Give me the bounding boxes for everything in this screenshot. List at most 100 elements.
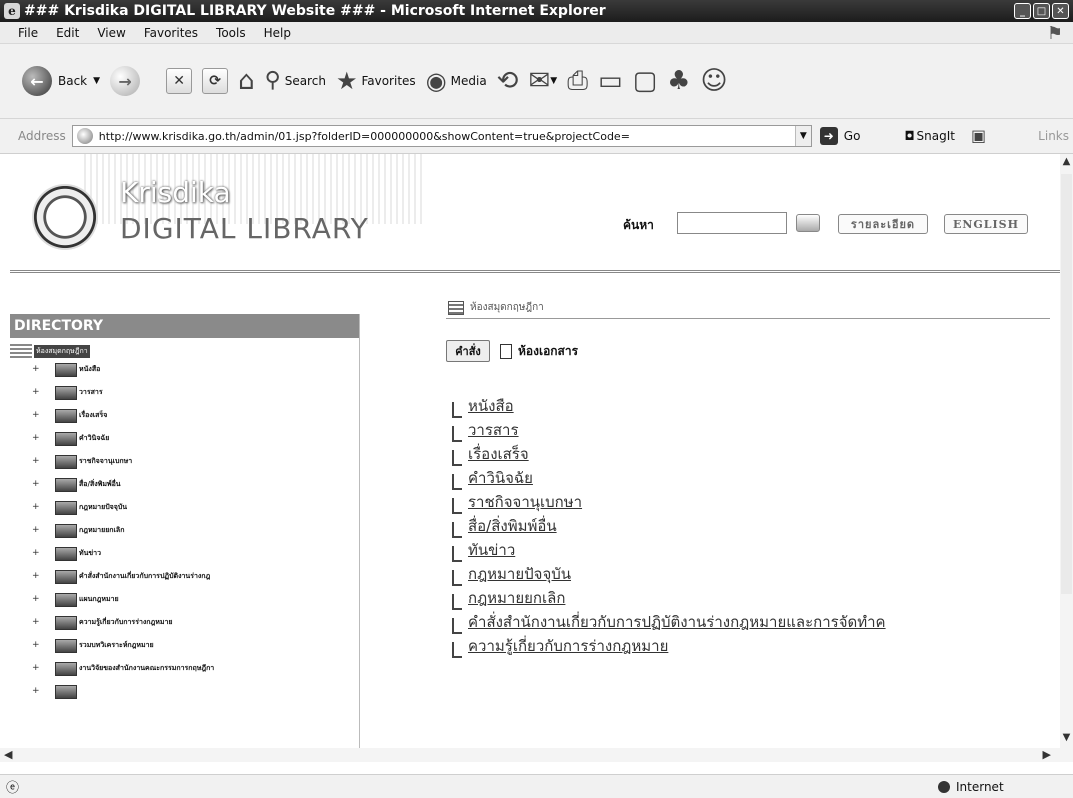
print-button[interactable]: ⎙ (567, 68, 588, 94)
directory-item[interactable]: + สื่อ/สิ่งพิมพ์อื่น (10, 473, 359, 496)
snagit-button[interactable]: ◘ SnagIt ▣ (904, 128, 986, 144)
document-link-label[interactable]: สื่อ/สิ่งพิมพ์อื่น (468, 514, 557, 538)
expand-icon[interactable]: + (32, 457, 41, 466)
links-label[interactable]: Links (1038, 129, 1069, 143)
scroll-right-icon[interactable]: ▶ (1043, 748, 1051, 761)
edit-button[interactable]: ▭ (598, 68, 623, 94)
expand-icon[interactable]: + (32, 618, 41, 627)
directory-item[interactable]: + เรื่องเสร็จ (10, 404, 359, 427)
document-link-label[interactable]: กฎหมายยกเลิก (468, 586, 565, 610)
directory-item[interactable]: + ทันข่าว (10, 542, 359, 565)
directory-item[interactable]: + วารสาร (10, 381, 359, 404)
messenger-button[interactable]: ☺ (700, 68, 727, 94)
document-link[interactable]: หนังสือ (452, 394, 886, 418)
english-button[interactable]: ENGLISH (944, 214, 1028, 234)
document-link[interactable]: ทันข่าว (452, 538, 886, 562)
chevron-down-icon[interactable]: ▼ (93, 76, 100, 86)
document-link-label[interactable]: ความรู้เกี่ยวกับการร่างกฎหมาย (468, 634, 668, 658)
menu-help[interactable]: Help (264, 26, 291, 40)
item-icon (452, 618, 462, 634)
directory-item[interactable]: + งานวิจัยของสำนักงานคณะกรรมการกฤษฎีกา (10, 657, 359, 680)
menu-view[interactable]: View (97, 26, 125, 40)
document-link-label[interactable]: วารสาร (468, 418, 519, 442)
directory-item[interactable]: + ความรู้เกี่ยวกับการร่างกฎหมาย (10, 611, 359, 634)
expand-icon[interactable]: + (32, 641, 41, 650)
snagit-options-icon[interactable]: ▣ (971, 128, 986, 144)
expand-icon[interactable]: + (32, 480, 41, 489)
document-link-label[interactable]: คำวินิจฉัย (468, 466, 533, 490)
address-input[interactable]: http://www.krisdika.go.th/admin/01.jsp?f… (71, 125, 812, 147)
document-link[interactable]: เรื่องเสร็จ (452, 442, 886, 466)
document-link-label[interactable]: คำสั่งสำนักงานเกี่ยวกับการปฏิบัติงานร่าง… (468, 610, 886, 634)
mail-dropdown-icon[interactable]: ▼ (550, 76, 557, 86)
messenger-lite-button[interactable]: ♣ (667, 68, 690, 94)
vertical-scrollbar[interactable]: ▲ ▼ (1060, 154, 1073, 748)
document-link[interactable]: ความรู้เกี่ยวกับการร่างกฎหมาย (452, 634, 886, 658)
menu-edit[interactable]: Edit (56, 26, 79, 40)
document-link[interactable]: คำสั่งสำนักงานเกี่ยวกับการปฏิบัติงานร่าง… (452, 610, 886, 634)
document-link[interactable]: คำวินิจฉัย (452, 466, 886, 490)
directory-item[interactable]: + แผนกฎหมาย (10, 588, 359, 611)
directory-item[interactable]: + คำสั่งสำนักงานเกี่ยวกับการปฏิบัติงานร่า… (10, 565, 359, 588)
scroll-down-icon[interactable]: ▼ (1060, 732, 1073, 746)
search-button[interactable]: ⚲ Search (265, 70, 326, 92)
directory-item[interactable]: + รวมบทวิเคราะห์กฎหมาย (10, 634, 359, 657)
menu-file[interactable]: File (18, 26, 38, 40)
mail-button[interactable]: ✉ ▼ (528, 68, 557, 94)
media-button[interactable]: ◉ Media (426, 69, 487, 93)
refresh-button[interactable]: ⟳ (202, 68, 229, 94)
scroll-up-icon[interactable]: ▲ (1060, 156, 1073, 170)
document-link-label[interactable]: เรื่องเสร็จ (468, 442, 529, 466)
minimize-button[interactable]: _ (1014, 3, 1031, 19)
command-button[interactable]: คำสั่ง (446, 340, 490, 362)
maximize-button[interactable]: □ (1033, 3, 1050, 19)
favorites-label: Favorites (361, 74, 416, 88)
favorites-button[interactable]: ★ Favorites (336, 69, 416, 93)
forward-button[interactable]: → (110, 66, 141, 96)
document-link[interactable]: กฎหมายปัจจุบัน (452, 562, 886, 586)
horizontal-scrollbar[interactable]: ◀ ▶ (0, 748, 1073, 762)
directory-item[interactable]: + กฎหมายปัจจุบัน (10, 496, 359, 519)
expand-icon[interactable]: + (32, 595, 41, 604)
document-link[interactable]: ราชกิจจานุเบกษา (452, 490, 886, 514)
document-link[interactable]: วารสาร (452, 418, 886, 442)
document-link-label[interactable]: หนังสือ (468, 394, 514, 418)
go-button[interactable]: ➜ Go (819, 127, 860, 145)
directory-root[interactable]: ห้องสมุดกฤษฎีกา (10, 344, 359, 358)
directory-item[interactable]: + คำวินิจฉัย (10, 427, 359, 450)
back-button[interactable]: ← Back ▼ (22, 66, 100, 96)
document-link-label[interactable]: ราชกิจจานุเบกษา (468, 490, 582, 514)
breadcrumb-label[interactable]: ห้องสมุดกฤษฎีกา (470, 300, 544, 315)
expand-icon[interactable]: + (32, 664, 41, 673)
document-link-label[interactable]: ทันข่าว (468, 538, 515, 562)
document-link[interactable]: สื่อ/สิ่งพิมพ์อื่น (452, 514, 886, 538)
scroll-thumb[interactable] (1061, 174, 1072, 594)
stop-button[interactable]: ✕ (166, 68, 193, 94)
expand-icon[interactable]: + (32, 388, 41, 397)
history-button[interactable]: ⟲ (497, 68, 519, 94)
directory-item[interactable]: + (10, 680, 359, 703)
expand-icon[interactable]: + (32, 687, 41, 696)
expand-icon[interactable]: + (32, 572, 41, 581)
directory-item[interactable]: + หนังสือ (10, 358, 359, 381)
expand-icon[interactable]: + (32, 526, 41, 535)
directory-item[interactable]: + ราชกิจจานุเบกษา (10, 450, 359, 473)
expand-icon[interactable]: + (32, 411, 41, 420)
document-link-label[interactable]: กฎหมายปัจจุบัน (468, 562, 571, 586)
expand-icon[interactable]: + (32, 434, 41, 443)
directory-item[interactable]: + กฎหมายยกเลิก (10, 519, 359, 542)
site-search-input[interactable] (677, 212, 787, 234)
expand-icon[interactable]: + (32, 549, 41, 558)
detail-button[interactable]: รายละเอียด (838, 214, 928, 234)
menu-favorites[interactable]: Favorites (144, 26, 198, 40)
home-button[interactable]: ⌂ (238, 68, 255, 94)
document-link[interactable]: กฎหมายยกเลิก (452, 586, 886, 610)
expand-icon[interactable]: + (32, 365, 41, 374)
site-search-button[interactable] (796, 214, 820, 232)
expand-icon[interactable]: + (32, 503, 41, 512)
scroll-left-icon[interactable]: ◀ (4, 748, 12, 761)
address-dropdown-icon[interactable]: ▼ (794, 126, 811, 146)
discuss-button[interactable]: ▢ (633, 68, 658, 94)
close-button[interactable]: ✕ (1052, 3, 1069, 19)
menu-tools[interactable]: Tools (216, 26, 246, 40)
